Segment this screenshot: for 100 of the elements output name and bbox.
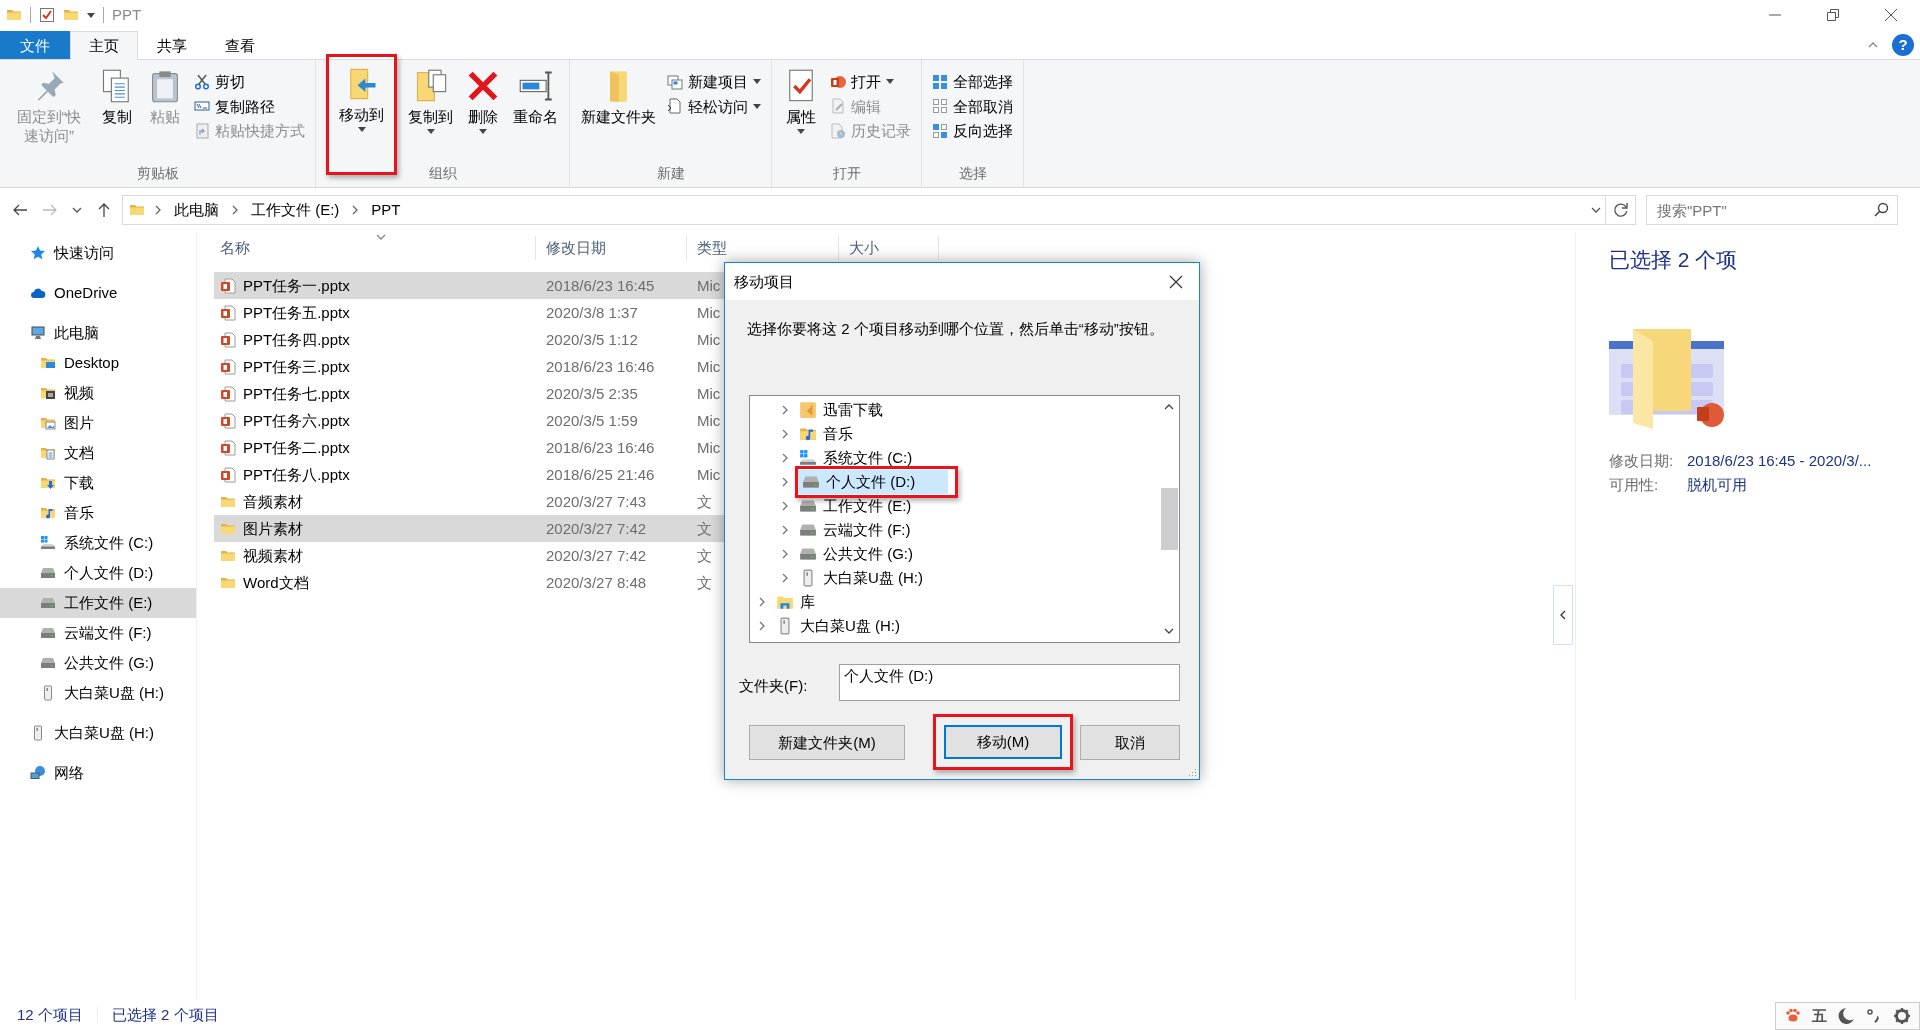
tree-item[interactable]: 个人文件 (D:)	[0, 558, 196, 588]
tree-item[interactable]: 音乐	[0, 498, 196, 528]
table-cell: PPT任务六.pptx	[214, 410, 536, 431]
shortcut-icon	[194, 122, 210, 139]
ribbon-button[interactable]: 反向选择	[928, 119, 1017, 143]
column-header[interactable]: 大小	[839, 236, 939, 260]
ribbon-tab[interactable]: 文件	[0, 31, 70, 59]
tree-item[interactable]: 云端文件 (F:)	[795, 518, 915, 542]
edit-page-icon	[830, 98, 846, 115]
search-input[interactable]: 搜索"PPT"	[1655, 196, 1873, 224]
empty-grid-icon	[932, 98, 948, 115]
table-cell-text: 文	[696, 545, 712, 566]
table-cell: PPT任务七.pptx	[214, 383, 536, 404]
folder-icon	[129, 202, 145, 218]
tree-item[interactable]: 文档	[0, 438, 196, 468]
tree-item[interactable]: 大白菜U盘 (H:)	[772, 614, 904, 638]
ribbon-button[interactable]: 复制到	[403, 64, 458, 161]
group-label: 选择	[957, 164, 988, 183]
tree-item[interactable]: 网络	[0, 758, 196, 788]
tree-item[interactable]: 工作文件 (E:)	[0, 588, 196, 618]
file-row[interactable]: PPT任务三.pptx 2018/6/23 16:46 Mic	[214, 353, 974, 380]
video-folder-icon	[40, 385, 56, 401]
table-cell-text: Mic	[696, 275, 721, 296]
tree-item[interactable]: 图片	[0, 408, 196, 438]
dialog-button[interactable]: 移动(M)	[933, 714, 1073, 770]
tree-item[interactable]: 音乐	[795, 422, 857, 446]
caret-icon	[87, 12, 95, 18]
tree-item[interactable]: 下载	[0, 468, 196, 498]
table-cell-text: 2020/3/5 1:12	[545, 329, 639, 350]
settings-icon	[1893, 1007, 1911, 1025]
settings-button[interactable]	[1891, 1007, 1913, 1025]
ribbon-button[interactable]: 全部取消	[928, 94, 1017, 118]
ribbon-button[interactable]: 剪切	[190, 70, 309, 94]
ribbon-button[interactable]: 复制	[94, 64, 140, 161]
tree-item[interactable]: 库	[772, 590, 819, 614]
drive-icon	[799, 545, 817, 563]
property-value: 脱机可用	[1687, 474, 1748, 495]
help-button[interactable]: ?	[1892, 33, 1914, 56]
tree-item[interactable]: 云端文件 (F:)	[0, 618, 196, 648]
tree-item[interactable]: Desktop	[0, 348, 196, 378]
tree-item[interactable]: 快速访问	[0, 238, 196, 268]
tree-item[interactable]: 视频	[0, 378, 196, 408]
drive-icon	[799, 497, 817, 515]
ribbon-button[interactable]: 复制路径	[190, 94, 309, 118]
caret-icon	[797, 129, 805, 134]
column-header[interactable]: 名称	[214, 236, 536, 260]
table-cell-text: Mic	[696, 329, 721, 350]
tree-item[interactable]: 大白菜U盘 (H:)	[0, 718, 196, 748]
ribbon-tab[interactable]: 查看	[206, 31, 274, 59]
breadcrumb[interactable]: PPT	[368, 200, 404, 220]
ribbon-button[interactable]: 属性	[778, 64, 824, 161]
ribbon-button[interactable]: 重命名	[508, 64, 563, 161]
ribbon-tab[interactable]: 主页	[70, 31, 138, 60]
tree-item[interactable]: 公共文件 (G:)	[0, 648, 196, 678]
caret-icon	[479, 129, 487, 134]
address-bar[interactable]: 此电脑 工作文件 (E:) PPT	[122, 195, 1636, 225]
dialog-button[interactable]: 取消	[1080, 725, 1180, 760]
input-mode-button[interactable]: 五	[1810, 1006, 1829, 1026]
table-cell: PPT任务一.pptx	[214, 275, 536, 296]
tree-item[interactable]: 系统文件 (C:)	[0, 528, 196, 558]
dialog-title: 移动项目	[734, 271, 794, 292]
status-text: 已选择 2 个项目	[111, 1005, 219, 1025]
tree-item[interactable]: 此电脑	[0, 318, 196, 348]
tree-item[interactable]: 公共文件 (G:)	[795, 542, 917, 566]
ribbon-button[interactable]: 移动到	[326, 54, 397, 175]
table-cell-text: Mic	[696, 383, 721, 404]
tree-item[interactable]: 个人文件 (D:)	[795, 466, 959, 498]
search-field[interactable]: 搜索"PPT"	[1646, 195, 1898, 225]
scroll-thumb[interactable]	[1160, 488, 1178, 550]
tree-item[interactable]: 大白菜U盘 (H:)	[0, 678, 196, 708]
new-item-icon	[667, 73, 683, 90]
grid-icon	[932, 73, 948, 90]
expand-icon	[757, 597, 767, 607]
ribbon-button[interactable]: 打开	[826, 70, 915, 94]
scroll-up-icon	[1164, 402, 1174, 412]
folder-input[interactable]: 个人文件 (D:)	[839, 664, 1180, 701]
selection-heading: 已选择 2 个项	[1609, 247, 1739, 273]
breadcrumb[interactable]: 此电脑	[171, 200, 222, 220]
dialog-button[interactable]: 新建文件夹(M)	[749, 725, 905, 760]
column-header[interactable]: 类型	[687, 236, 839, 260]
table-cell-text: 2020/3/27 7:42	[545, 545, 648, 566]
ribbon-button[interactable]: 轻松访问	[663, 94, 765, 118]
ribbon-button[interactable]: 新建项目	[663, 70, 765, 94]
chevron-icon	[72, 205, 82, 215]
tree-item[interactable]: 迅雷下载	[795, 398, 887, 422]
table-cell: PPT任务二.pptx	[214, 437, 536, 458]
library-icon	[776, 593, 794, 611]
chevron-icon	[1591, 205, 1601, 215]
folder-icon	[6, 7, 22, 23]
ribbon-button[interactable]: 全部选择	[928, 70, 1017, 94]
tree-item[interactable]: 大白菜U盘 (H:)	[795, 566, 927, 590]
column-header[interactable]: 修改日期	[536, 236, 687, 260]
restore-icon	[1827, 9, 1839, 21]
table-cell-text: 2018/6/23 16:46	[545, 356, 656, 377]
ribbon-button[interactable]: 新建文件夹	[576, 64, 661, 161]
ribbon-button[interactable]: 删除	[460, 64, 506, 161]
tree-item[interactable]: OneDrive	[0, 278, 196, 308]
breadcrumb[interactable]: 工作文件 (E:)	[248, 200, 343, 220]
ribbon-tab[interactable]: 共享	[138, 31, 206, 59]
field-label: 文件夹(F):	[739, 675, 809, 696]
